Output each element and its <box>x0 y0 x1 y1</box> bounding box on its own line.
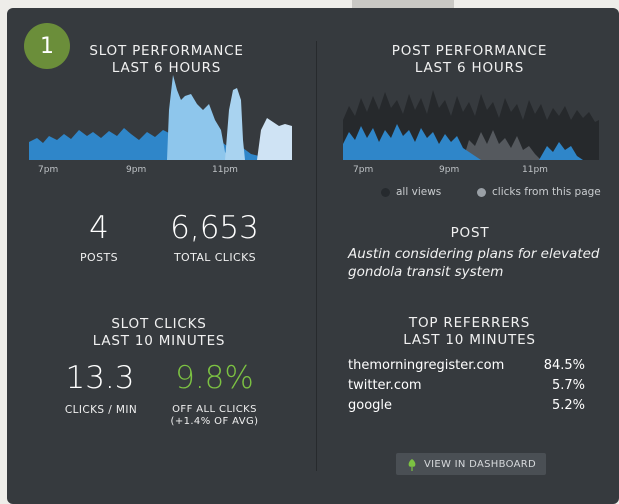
slot-number-badge: 1 <box>24 23 70 69</box>
slot-number: 1 <box>40 33 54 59</box>
total-clicks-count: 6,653 <box>170 210 259 246</box>
referrer-row: google 5.2% <box>348 398 585 413</box>
post-chart-tick-11pm: 11pm <box>522 165 548 175</box>
slot-chart-series-light-2 <box>225 88 245 160</box>
slot-clicks-title-line1: SLOT CLICKS <box>111 316 207 332</box>
slot-clicks-title: SLOT CLICKS LAST 10 MINUTES <box>69 316 249 350</box>
post-performance-title-line2: LAST 6 HOURS <box>414 60 525 76</box>
posts-count: 4 <box>89 210 109 246</box>
posts-label: POSTS <box>80 251 118 264</box>
top-referrers-title-line1: TOP REFERRERS <box>408 315 531 331</box>
post-chart-tick-7pm: 7pm <box>353 165 374 175</box>
top-referrers-title-line2: LAST 10 MINUTES <box>403 332 536 348</box>
total-clicks-label: TOTAL CLICKS <box>173 251 257 264</box>
column-divider <box>316 41 317 471</box>
slot-chart-series-light <box>167 75 229 160</box>
click-share-label: OFF ALL CLICKS (+1.4% OF AVG) <box>157 404 272 428</box>
clicks-per-min-label: CLICKS / MIN <box>64 404 138 416</box>
slot-performance-title-line1: SLOT PERFORMANCE <box>89 43 244 59</box>
click-share-label-line1: OFF ALL CLICKS <box>172 404 257 415</box>
slot-chart-series-pale <box>257 118 292 160</box>
slot-chart-tick-9pm: 9pm <box>126 165 147 175</box>
post-chart-tick-9pm: 9pm <box>439 165 460 175</box>
slot-clicks-title-line2: LAST 10 MINUTES <box>92 333 226 349</box>
legend-all-views: all views <box>381 186 441 198</box>
slot-performance-chart <box>29 75 292 160</box>
referrer-row: themorningregister.com 84.5% <box>348 358 585 373</box>
leaf-icon <box>408 458 416 471</box>
post-title: Austin considering plans for elevated go… <box>348 245 608 281</box>
referrer-name: twitter.com <box>348 378 422 393</box>
post-performance-title-line1: POST PERFORMANCE <box>391 43 548 59</box>
post-title-line1: Austin considering plans for elevated <box>348 246 600 262</box>
referrer-percent: 5.7% <box>551 378 585 393</box>
top-referrers-title: TOP REFERRERS LAST 10 MINUTES <box>377 315 562 349</box>
clicks-from-page-label: clicks from this page <box>492 186 601 198</box>
post-performance-chart <box>343 90 599 160</box>
click-share-label-line2: (+1.4% OF AVG) <box>170 416 259 427</box>
referrer-name: google <box>348 398 393 413</box>
post-performance-title: POST PERFORMANCE LAST 6 HOURS <box>372 43 567 77</box>
referrer-name: themorningregister.com <box>348 358 505 373</box>
legend-clicks-from-page: clicks from this page <box>477 186 601 198</box>
slot-chart-series-dark <box>29 128 292 160</box>
view-in-dashboard-button[interactable]: VIEW IN DASHBOARD <box>396 453 546 475</box>
referrer-percent: 84.5% <box>543 358 585 373</box>
all-views-label: all views <box>396 186 442 198</box>
clicks-from-page-swatch <box>477 187 486 197</box>
referrer-percent: 5.2% <box>551 398 585 413</box>
referrer-row: twitter.com 5.7% <box>348 378 585 393</box>
post-heading: POST <box>450 225 490 241</box>
clicks-per-min-value: 13.3 <box>65 360 135 396</box>
slot-stats-panel: 1 SLOT PERFORMANCE LAST 6 HOURS 7pm 9pm … <box>7 8 619 504</box>
slot-chart-tick-7pm: 7pm <box>38 165 59 175</box>
slot-chart-tick-11pm: 11pm <box>212 165 238 175</box>
view-in-dashboard-label: VIEW IN DASHBOARD <box>424 458 536 470</box>
all-views-swatch <box>381 187 390 197</box>
post-title-line2: gondola transit system <box>348 264 504 280</box>
click-share-value: 9.8% <box>175 360 254 396</box>
